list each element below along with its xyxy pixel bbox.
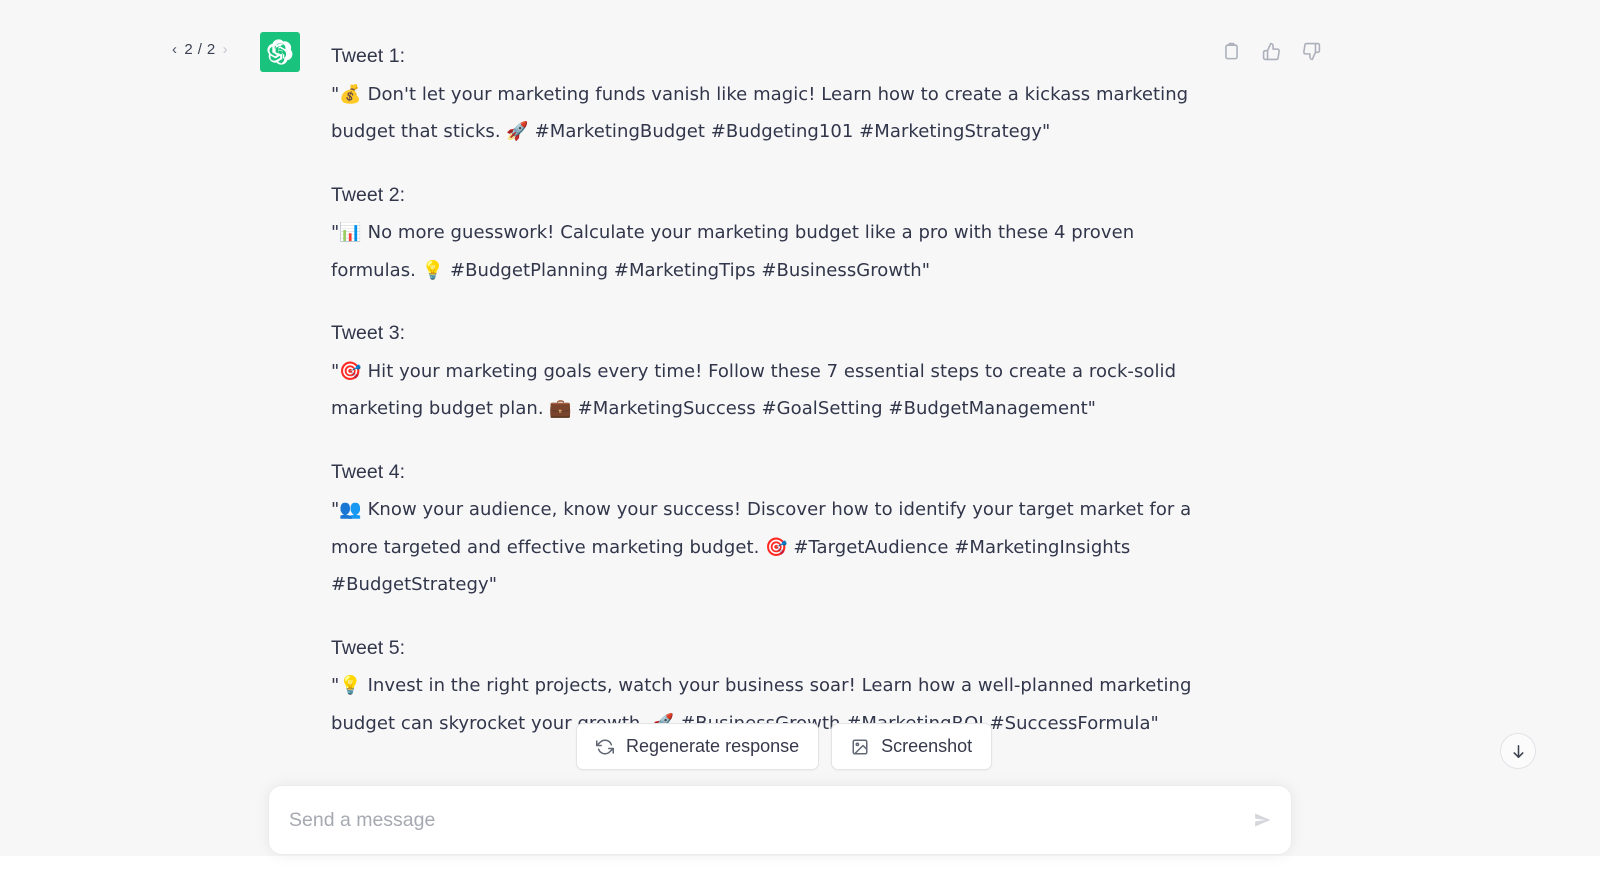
tweet-block: Tweet 4: "👥 Know your audience, know you… <box>331 454 1216 604</box>
tweet-block: Tweet 1: "💰 Don't let your marketing fun… <box>331 38 1216 151</box>
tweet-text: "📊 No more guesswork! Calculate your mar… <box>331 222 1135 281</box>
tweet-text: "💰 Don't let your marketing funds vanish… <box>331 83 1189 143</box>
regenerate-response-label: Regenerate response <box>626 736 800 756</box>
pagination-counter: 2 / 2 <box>184 41 216 58</box>
message-input[interactable] <box>269 786 1235 854</box>
tweet-label: Tweet 3: <box>331 322 406 344</box>
scroll-to-bottom-button[interactable] <box>1500 733 1536 769</box>
arrow-down-icon <box>1510 743 1527 760</box>
tweet-block: Tweet 3: "🎯 Hit your marketing goals eve… <box>331 315 1216 428</box>
message-action-bar <box>1218 38 1324 64</box>
send-arrow-icon <box>1251 808 1275 832</box>
response-pagination: ‹ 2 / 2 › <box>172 41 228 58</box>
tweet-label: Tweet 2: <box>331 183 406 206</box>
screenshot-label: Screenshot <box>881 736 973 756</box>
chevron-left-icon[interactable]: ‹ <box>172 42 177 57</box>
refresh-icon <box>596 738 614 756</box>
send-button[interactable] <box>1235 786 1291 854</box>
regenerate-response-button[interactable]: Regenerate response <box>576 723 820 770</box>
response-action-bar: Regenerate response Screenshot <box>576 723 993 770</box>
message-composer[interactable] <box>268 785 1292 855</box>
image-icon <box>851 738 869 756</box>
screenshot-button[interactable]: Screenshot <box>831 723 993 770</box>
message-content: Tweet 1: "💰 Don't let your marketing fun… <box>331 38 1216 742</box>
chevron-right-icon[interactable]: › <box>223 42 228 57</box>
tweet-text: "🎯 Hit your marketing goals every time! … <box>331 360 1177 420</box>
tweet-label: Tweet 1: <box>331 45 406 67</box>
tweet-label: Tweet 4: <box>331 460 406 483</box>
thumbs-down-icon[interactable] <box>1298 38 1324 64</box>
chatgpt-logo-icon <box>260 32 300 72</box>
tweet-label: Tweet 5: <box>331 636 406 659</box>
tweet-text: "👥 Know your audience, know your success… <box>331 499 1192 595</box>
thumbs-up-icon[interactable] <box>1258 38 1284 64</box>
copy-icon[interactable] <box>1218 38 1244 64</box>
tweet-block: Tweet 2: "📊 No more guesswork! Calculate… <box>331 177 1216 290</box>
assistant-message: ‹ 2 / 2 › Tweet 1: "💰 Don't let your mar… <box>0 0 1600 734</box>
